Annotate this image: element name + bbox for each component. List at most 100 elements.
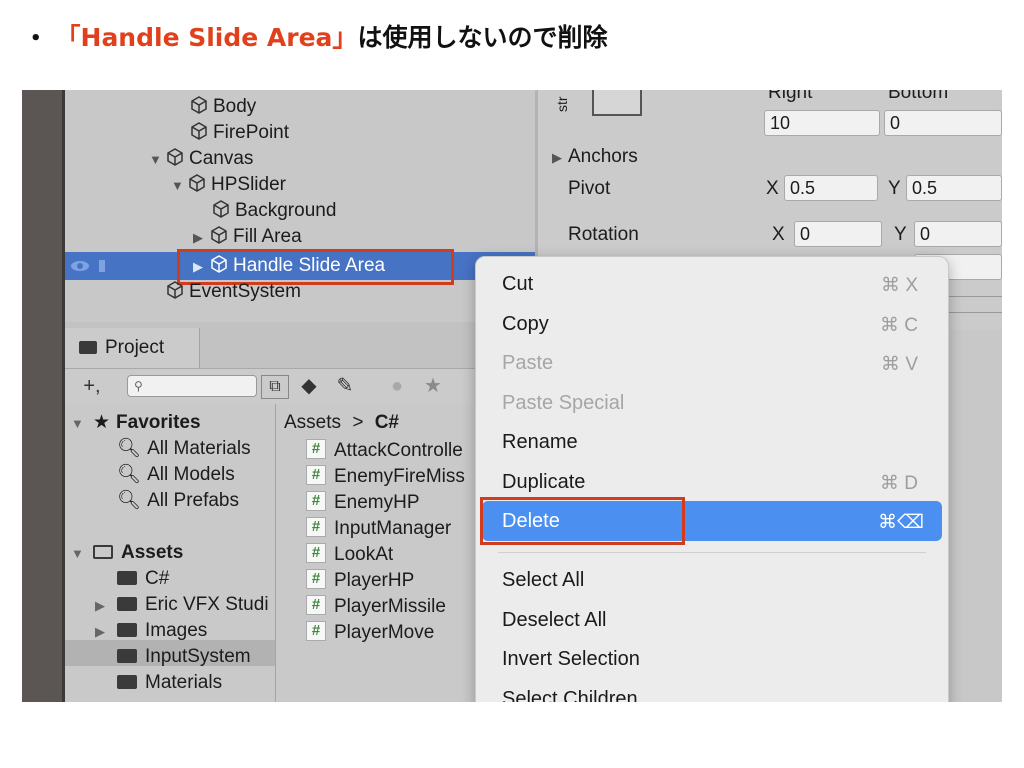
caption-text: は使用しないので削除: [357, 23, 608, 52]
menu-item-select-all[interactable]: Select All: [502, 569, 584, 592]
rotation-label: Rotation: [568, 224, 639, 245]
search-icon: 🔍︎: [117, 490, 142, 511]
menu-item-cut[interactable]: Cut: [502, 273, 533, 296]
context-menu: Cut ⌘ X Copy ⌘ C Paste ⌘ V Paste Special…: [475, 256, 949, 702]
folder-eric-vfx[interactable]: ▶ Eric VFX Studi: [95, 592, 269, 618]
caption-highlight: 「Handle Slide Area」: [55, 23, 358, 52]
file-item[interactable]: # AttackControlle: [306, 438, 463, 464]
visibility-eye-icon[interactable]: [69, 256, 113, 276]
file-item[interactable]: # LookAt: [306, 542, 393, 568]
menu-item-duplicate[interactable]: Duplicate: [502, 471, 585, 494]
folder-icon: [117, 649, 137, 663]
shortcut-paste: ⌘ V: [881, 354, 918, 375]
csharp-script-icon: #: [306, 620, 326, 641]
pivot-x-field[interactable]: 0.5: [784, 175, 878, 201]
filter-by-log-icon[interactable]: ●: [383, 373, 411, 399]
hierarchy-item-hpslider[interactable]: ▼ HPSlider: [171, 172, 286, 198]
project-panel: Project +, ⚲ ⧉ ◆ ✎ ● ★ ▼ ★ Favorites 🔍︎ All…: [65, 322, 545, 702]
open-folder-icon: [93, 545, 113, 559]
menu-item-select-children[interactable]: Select Children: [502, 688, 638, 702]
csharp-script-icon: #: [306, 542, 326, 563]
menu-item-paste[interactable]: Paste: [502, 352, 553, 375]
collapse-triangle-icon: ▶: [95, 598, 105, 613]
folder-inputsystem[interactable]: InputSystem: [117, 644, 251, 670]
search-input[interactable]: ⚲: [127, 375, 257, 397]
add-asset-button[interactable]: +,: [75, 373, 109, 399]
hierarchy-item-canvas[interactable]: ▼ Canvas: [149, 146, 253, 172]
pivot-y-label: Y: [888, 178, 901, 199]
csharp-script-icon: #: [306, 594, 326, 615]
file-item[interactable]: # EnemyFireMiss: [306, 464, 465, 490]
gameobject-cube-icon: [211, 226, 227, 244]
expand-triangle-icon: ▼: [71, 416, 84, 431]
rotation-x-label: X: [772, 224, 785, 245]
hierarchy-item-fill-area[interactable]: ▶ Fill Area: [193, 224, 302, 250]
filter-by-label-icon[interactable]: ✎: [331, 373, 359, 399]
folder-images[interactable]: ▶ Images: [95, 618, 207, 644]
filter-by-type-icon[interactable]: ◆: [295, 373, 323, 399]
gameobject-cube-icon: [213, 200, 229, 218]
expand-triangle-icon[interactable]: ▼: [171, 173, 187, 199]
favorite-all-models[interactable]: 🔍︎ All Models: [117, 462, 235, 488]
favorite-all-materials[interactable]: 🔍︎ All Materials: [117, 436, 251, 462]
folder-icon: [117, 571, 137, 585]
rotation-y-field[interactable]: 0: [914, 221, 1002, 247]
folder-materials[interactable]: Materials: [117, 670, 222, 696]
gameobject-cube-icon: [189, 174, 205, 192]
stretch-label: str: [554, 96, 570, 112]
csharp-script-icon: #: [306, 438, 326, 459]
bottom-field[interactable]: 0: [884, 110, 1002, 136]
menu-item-copy[interactable]: Copy: [502, 313, 549, 336]
anchor-preset-icon[interactable]: [592, 90, 642, 116]
file-item[interactable]: # EnemyHP: [306, 490, 420, 516]
favorite-all-prefabs[interactable]: 🔍︎ All Prefabs: [117, 488, 239, 514]
hierarchy-panel: Body FirePoint ▼ Canvas ▼ HPSlider Backgro…: [65, 90, 535, 322]
anchors-foldout[interactable]: ▶ Anchors: [552, 146, 638, 168]
hierarchy-item-firepoint[interactable]: FirePoint: [189, 120, 289, 146]
right-field[interactable]: 10: [764, 110, 880, 136]
tab-project[interactable]: Project: [65, 328, 200, 368]
breadcrumb-separator: >: [352, 412, 364, 433]
scene-search-icon[interactable]: ⧉: [261, 375, 289, 399]
file-item[interactable]: # PlayerMove: [306, 620, 434, 646]
folder-csharp[interactable]: C#: [117, 566, 169, 592]
scene-view-strip: [22, 90, 62, 702]
gameobject-cube-icon: [167, 281, 183, 299]
right-label: Right: [768, 90, 813, 103]
menu-item-deselect-all[interactable]: Deselect All: [502, 609, 607, 632]
favorite-star-icon[interactable]: ★: [419, 373, 447, 399]
hierarchy-item-body[interactable]: Body: [189, 94, 256, 120]
favorites-header[interactable]: ▼ ★ Favorites: [71, 410, 201, 436]
pivot-y-field[interactable]: 0.5: [906, 175, 1002, 201]
bottom-label: Bottom: [888, 90, 949, 103]
collapse-triangle-icon: ▶: [552, 150, 562, 165]
unity-editor-screenshot: Body FirePoint ▼ Canvas ▼ HPSlider Backgro…: [22, 90, 1002, 702]
gameobject-cube-icon: [191, 122, 207, 140]
file-item[interactable]: # PlayerHP: [306, 568, 414, 594]
menu-item-invert-selection[interactable]: Invert Selection: [502, 648, 640, 671]
file-item[interactable]: # PlayerMissile: [306, 594, 446, 620]
shortcut-delete: ⌘⌫: [878, 512, 924, 533]
pivot-x-label: X: [766, 178, 779, 199]
assets-header[interactable]: ▼ Assets: [71, 540, 183, 566]
menu-item-paste-special[interactable]: Paste Special: [502, 392, 624, 415]
highlight-box-delete: [480, 497, 685, 545]
menu-item-rename[interactable]: Rename: [502, 431, 578, 454]
file-item[interactable]: # InputManager: [306, 516, 451, 542]
hierarchy-item-background[interactable]: Background: [211, 198, 336, 224]
collapse-triangle-icon[interactable]: ▶: [193, 225, 209, 251]
expand-triangle-icon[interactable]: ▼: [149, 147, 165, 173]
gameobject-cube-icon: [167, 148, 183, 166]
menu-separator: [498, 552, 926, 553]
gameobject-cube-icon: [191, 96, 207, 114]
breadcrumb-assets[interactable]: Assets: [284, 412, 341, 433]
shortcut-duplicate: ⌘ D: [880, 473, 918, 494]
csharp-script-icon: #: [306, 568, 326, 589]
csharp-script-icon: #: [306, 464, 326, 485]
shortcut-copy: ⌘ C: [880, 315, 918, 336]
breadcrumb: Assets > C#: [284, 410, 399, 436]
rotation-x-field[interactable]: 0: [794, 221, 882, 247]
folder-icon: [117, 675, 137, 689]
hierarchy-item-eventsystem[interactable]: EventSystem: [165, 279, 301, 305]
rotation-y-label: Y: [894, 224, 907, 245]
